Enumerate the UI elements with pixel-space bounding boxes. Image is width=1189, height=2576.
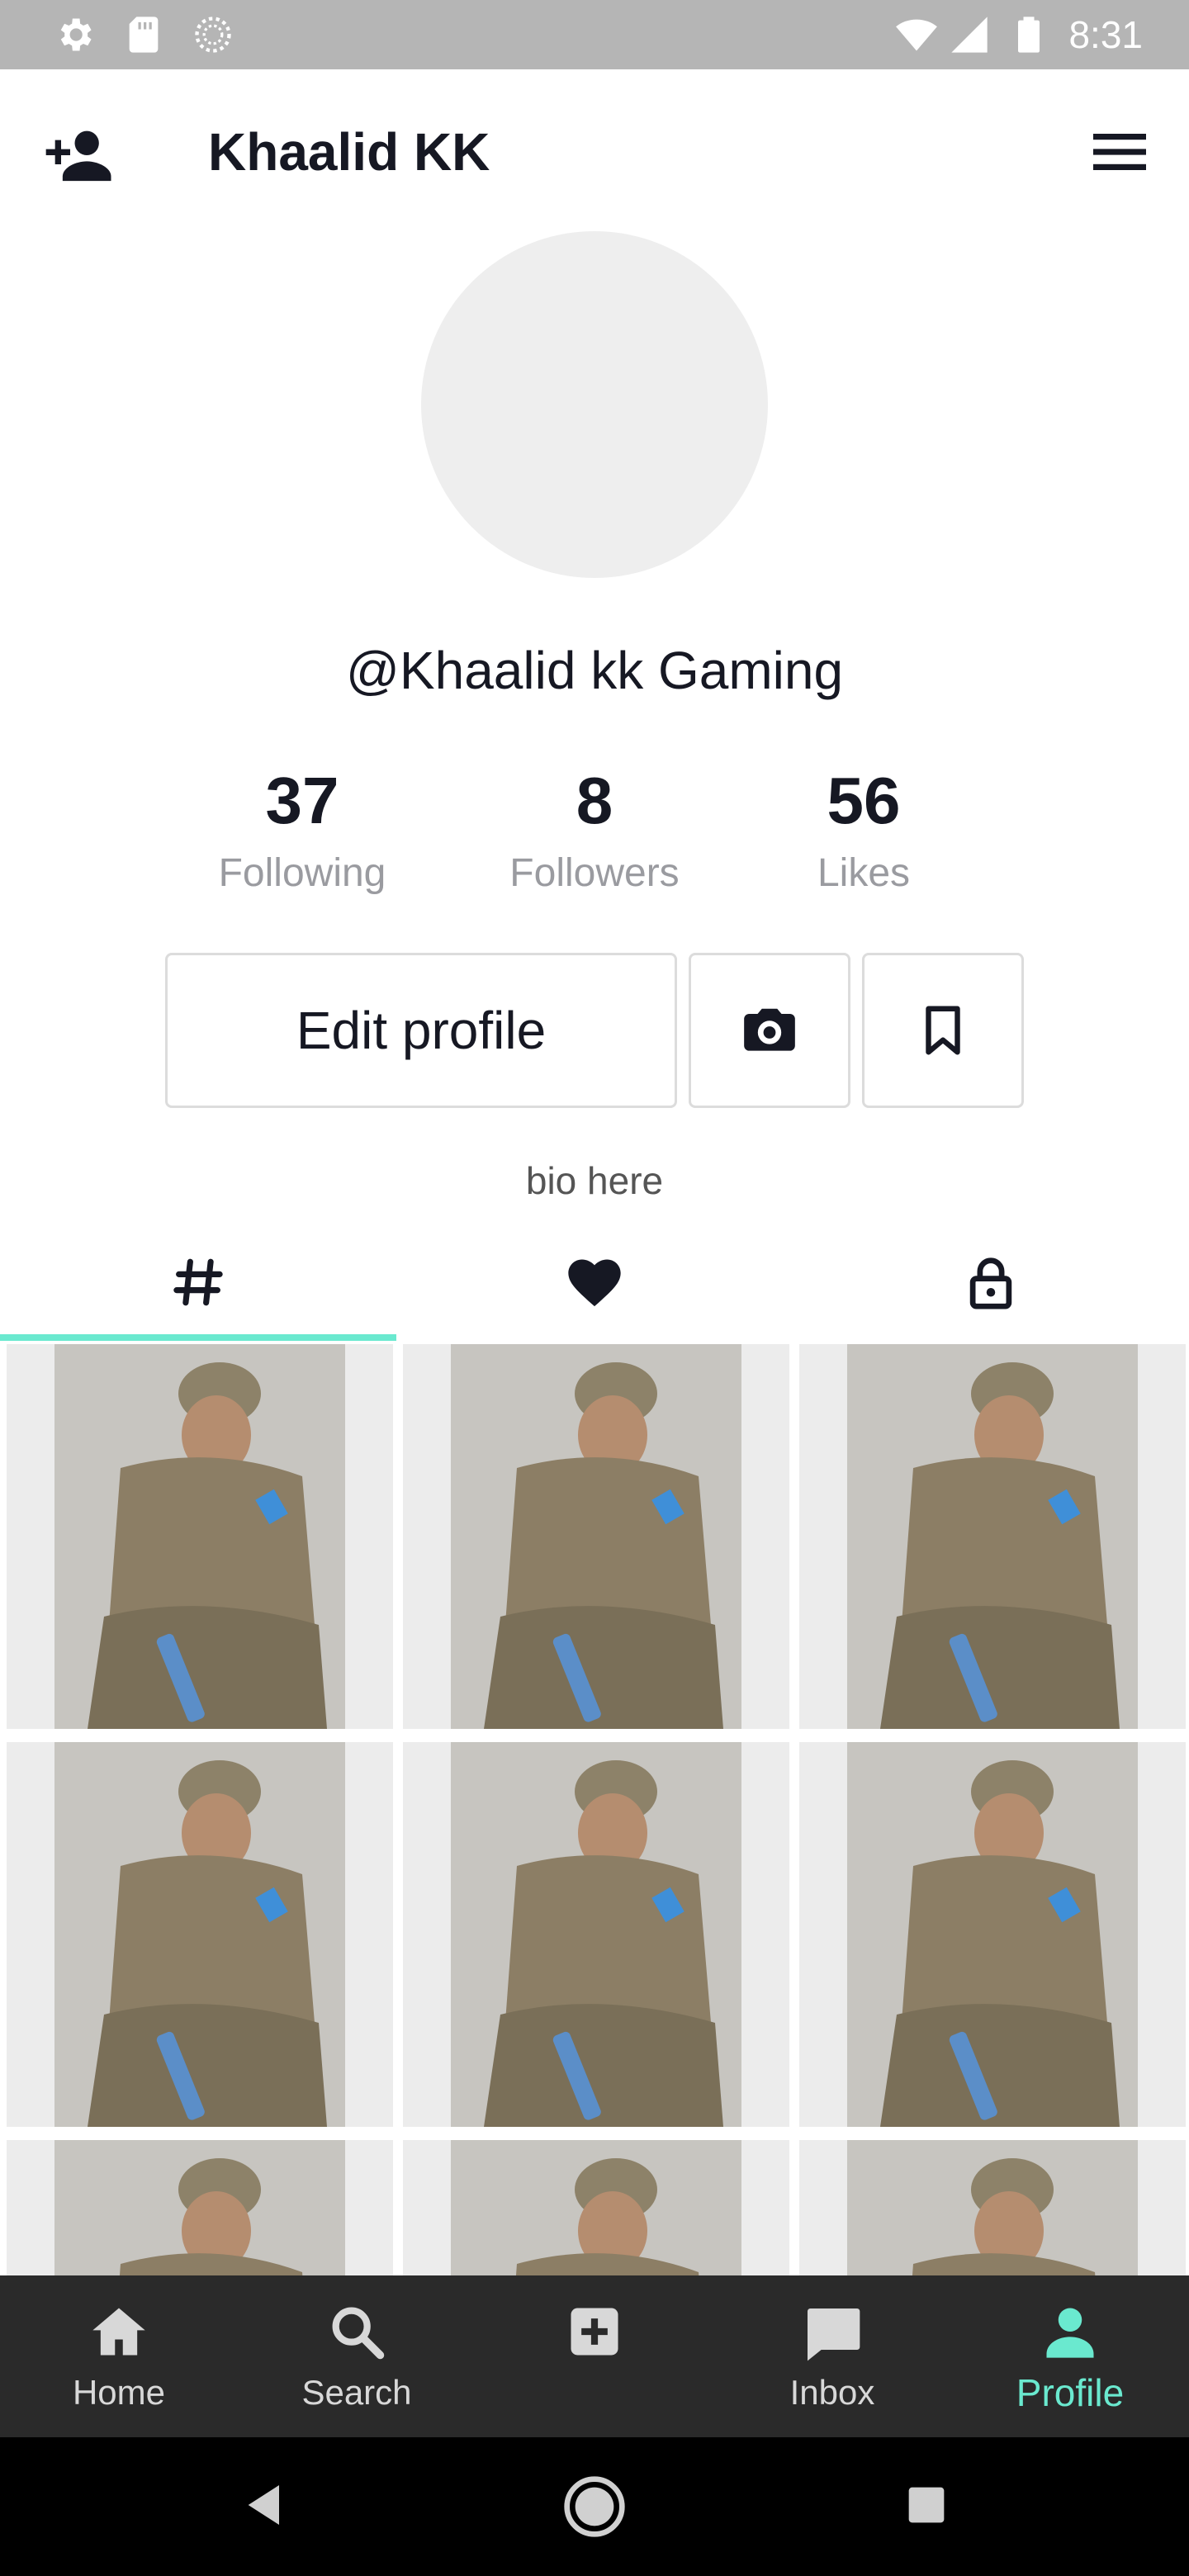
battery-icon — [1018, 17, 1040, 53]
tab-private[interactable] — [793, 1222, 1189, 1342]
video-grid — [0, 1344, 1189, 2277]
stat-likes[interactable]: 56 Likes — [756, 760, 971, 903]
inbox-icon — [808, 2308, 860, 2361]
edit-profile-button[interactable]: Edit profile — [165, 953, 677, 1108]
soldier-photo-icon — [847, 1742, 1138, 2127]
heart-icon — [568, 1259, 621, 1307]
home-circle-icon[interactable] — [561, 2474, 628, 2540]
bookmark-icon — [926, 1006, 960, 1055]
stat-label: Followers — [509, 851, 680, 895]
profile-header: Khaalid KK — [0, 69, 1189, 234]
hashtag-icon — [173, 1258, 223, 1306]
signal-icon — [951, 17, 988, 53]
soldier-photo-icon — [54, 1742, 345, 2127]
nav-label: Search — [301, 2373, 412, 2412]
camera-button[interactable] — [689, 953, 850, 1108]
avatar[interactable] — [421, 231, 768, 578]
tab-liked[interactable] — [396, 1222, 793, 1342]
video-thumbnail[interactable] — [403, 2140, 789, 2277]
stat-label: Following — [218, 851, 386, 895]
video-thumbnail[interactable] — [7, 1742, 393, 2127]
settings-icon — [60, 18, 92, 51]
page-title: Khaalid KK — [208, 122, 490, 182]
nav-home[interactable]: Home — [0, 2275, 238, 2437]
recents-icon[interactable] — [900, 2479, 953, 2531]
video-thumbnail[interactable] — [7, 1344, 393, 1729]
add-user-icon[interactable] — [43, 119, 116, 192]
video-thumbnail[interactable] — [799, 1344, 1186, 1729]
bottom-nav: Home Search Inbox Profile — [0, 2275, 1189, 2437]
username: @Khaalid kk Gaming — [345, 641, 844, 700]
tab-videos[interactable] — [0, 1222, 396, 1342]
home-icon — [92, 2308, 145, 2356]
nav-add-post[interactable] — [476, 2275, 713, 2437]
video-thumbnail[interactable] — [403, 1344, 789, 1729]
sd-card-icon — [129, 17, 159, 53]
system-nav-bar — [0, 2437, 1189, 2576]
stat-value: 56 — [827, 764, 901, 837]
nav-label: Home — [72, 2373, 166, 2412]
soldier-photo-icon — [847, 2140, 1138, 2277]
hamburger-menu-icon[interactable] — [1090, 127, 1149, 177]
wifi-icon — [896, 19, 937, 51]
stat-value: 37 — [265, 764, 339, 837]
nav-search[interactable]: Search — [238, 2275, 476, 2437]
soldier-photo-icon — [54, 1344, 345, 1729]
add-post-icon — [571, 2308, 618, 2356]
bio: bio here — [525, 1159, 664, 1202]
video-thumbnail[interactable] — [403, 1742, 789, 2127]
soldier-photo-icon — [451, 1344, 741, 1729]
status-bar: 8:31 — [0, 0, 1189, 69]
soldier-photo-icon — [451, 1742, 741, 2127]
video-thumbnail[interactable] — [799, 1742, 1186, 2127]
profile-icon — [1046, 2308, 1094, 2358]
bookmark-button[interactable] — [862, 953, 1024, 1108]
stat-following[interactable]: 37 Following — [195, 760, 410, 903]
nav-profile[interactable]: Profile — [951, 2275, 1189, 2437]
soldier-photo-icon — [54, 2140, 345, 2277]
nav-label: Profile — [1016, 2371, 1125, 2414]
nav-label: Inbox — [789, 2373, 875, 2412]
video-thumbnail[interactable] — [7, 2140, 393, 2277]
back-icon[interactable] — [239, 2479, 292, 2531]
loading-icon — [195, 17, 231, 53]
stat-label: Likes — [817, 851, 911, 895]
lock-icon — [969, 1257, 1012, 1309]
camera-icon — [744, 1008, 795, 1051]
stat-value: 8 — [576, 764, 613, 837]
content-tabs — [0, 1222, 1189, 1342]
search-icon — [332, 2307, 385, 2360]
active-tab-indicator — [0, 1334, 396, 1341]
soldier-photo-icon — [451, 2140, 741, 2277]
stat-followers[interactable]: 8 Followers — [487, 760, 702, 903]
clock: 8:31 — [1068, 13, 1143, 56]
nav-inbox[interactable]: Inbox — [713, 2275, 951, 2437]
video-thumbnail[interactable] — [799, 2140, 1186, 2277]
soldier-photo-icon — [847, 1344, 1138, 1729]
